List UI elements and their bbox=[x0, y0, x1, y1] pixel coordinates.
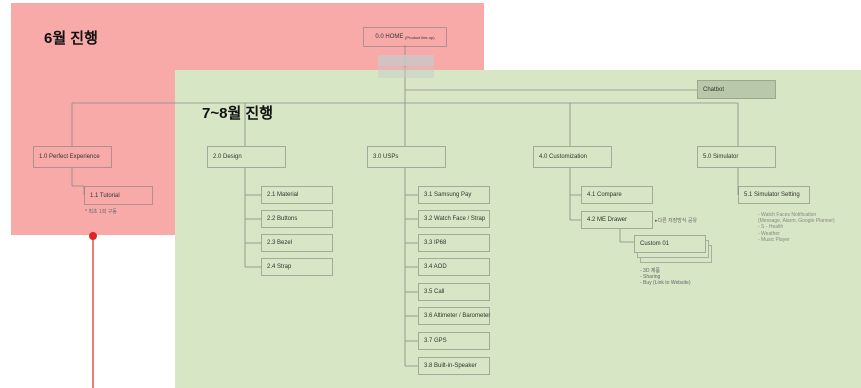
strap-label: 2.4 Strap bbox=[267, 264, 292, 270]
me-drawer-note: ▸다른 저장방식 공유 bbox=[655, 218, 698, 224]
home-label: 0.0 HOME bbox=[375, 34, 404, 40]
perfect-experience-label: 1.0 Perfect Experience bbox=[39, 154, 100, 160]
speaker-node[interactable]: 3.8 Built-in-Speaker bbox=[418, 357, 490, 375]
material-label: 2.1 Material bbox=[267, 192, 299, 198]
ip68-label: 3.3 IP68 bbox=[424, 240, 447, 246]
ip68-node[interactable]: 3.3 IP68 bbox=[418, 234, 490, 252]
call-node[interactable]: 3.5 Call bbox=[418, 283, 490, 301]
simulator-note-item: - Music Player bbox=[758, 236, 790, 243]
customization-label: 4.0 Customization bbox=[539, 154, 588, 160]
buttons-label: 2.2 Buttons bbox=[267, 216, 298, 222]
aod-label: 3.4 AOD bbox=[424, 264, 447, 270]
bezel-node[interactable]: 2.3 Bezel bbox=[261, 234, 333, 252]
chatbot-label: Chatbot bbox=[703, 86, 725, 93]
altimeter-node[interactable]: 3.6 Altimeter / Barometer bbox=[418, 307, 490, 325]
design-node[interactable]: 2.0 Design bbox=[207, 146, 286, 168]
custom-note-item: - Buy (Link to Website) bbox=[640, 280, 691, 287]
custom-01-node[interactable]: Custom 01 bbox=[634, 235, 706, 253]
customization-node[interactable]: 4.0 Customization bbox=[533, 146, 612, 168]
ghost-node-b bbox=[378, 67, 434, 78]
simulator-notes: - Watch Faces Notification (Message, Ala… bbox=[758, 212, 835, 243]
watch-face-label: 3.2 Watch Face / Strap bbox=[424, 216, 486, 222]
speaker-label: 3.8 Built-in-Speaker bbox=[424, 363, 477, 369]
tutorial-label: 1.1 Tutorial bbox=[90, 192, 120, 199]
simulator-setting-label: 5.1 Simulator Setting bbox=[744, 192, 800, 198]
custom-01-label: Custom 01 bbox=[640, 241, 670, 247]
bezel-label: 2.3 Bezel bbox=[267, 240, 293, 246]
call-label: 3.5 Call bbox=[424, 289, 445, 295]
simulator-label: 5.0 Simulator bbox=[703, 154, 739, 160]
ghost-node-a bbox=[378, 55, 434, 66]
chatbot-node[interactable]: Chatbot bbox=[697, 80, 776, 99]
me-drawer-node[interactable]: 4.2 ME Drawer bbox=[581, 211, 653, 229]
gps-label: 3.7 GPS bbox=[424, 338, 447, 344]
gps-node[interactable]: 3.7 GPS bbox=[418, 332, 490, 350]
watch-face-node[interactable]: 3.2 Watch Face / Strap bbox=[418, 210, 490, 228]
julaug-region-title: 7~8월 진행 bbox=[202, 105, 274, 122]
samsung-pay-node[interactable]: 3.1 Samsung Pay bbox=[418, 186, 490, 204]
usps-label: 3.0 USPs bbox=[373, 154, 399, 160]
tutorial-note: * 최초 1회 구동 bbox=[85, 209, 117, 215]
perfect-experience-node[interactable]: 1.0 Perfect Experience bbox=[33, 146, 112, 168]
simulator-node[interactable]: 5.0 Simulator bbox=[697, 146, 776, 168]
usps-node[interactable]: 3.0 USPs bbox=[367, 146, 446, 168]
home-node[interactable]: 0.0 HOME (Product line-up) bbox=[363, 27, 447, 47]
tutorial-node[interactable]: 1.1 Tutorial bbox=[84, 186, 153, 205]
aod-node[interactable]: 3.4 AOD bbox=[418, 258, 490, 276]
material-node[interactable]: 2.1 Material bbox=[261, 186, 333, 204]
home-sub-label: (Product line-up) bbox=[405, 34, 435, 40]
me-drawer-label: 4.2 ME Drawer bbox=[587, 217, 628, 223]
design-label: 2.0 Design bbox=[213, 154, 242, 160]
strap-node[interactable]: 2.4 Strap bbox=[261, 258, 333, 276]
compare-label: 4.1 Compare bbox=[587, 192, 622, 198]
custom-notes: - 3D 제품 - Sharing - Buy (Link to Website… bbox=[640, 268, 690, 287]
altimeter-label: 3.6 Altimeter / Barometer bbox=[424, 313, 491, 319]
timeline-marker-dot bbox=[89, 232, 97, 240]
samsung-pay-label: 3.1 Samsung Pay bbox=[424, 192, 472, 198]
buttons-node[interactable]: 2.2 Buttons bbox=[261, 210, 333, 228]
compare-node[interactable]: 4.1 Compare bbox=[581, 186, 653, 204]
simulator-setting-node[interactable]: 5.1 Simulator Setting bbox=[738, 186, 810, 204]
